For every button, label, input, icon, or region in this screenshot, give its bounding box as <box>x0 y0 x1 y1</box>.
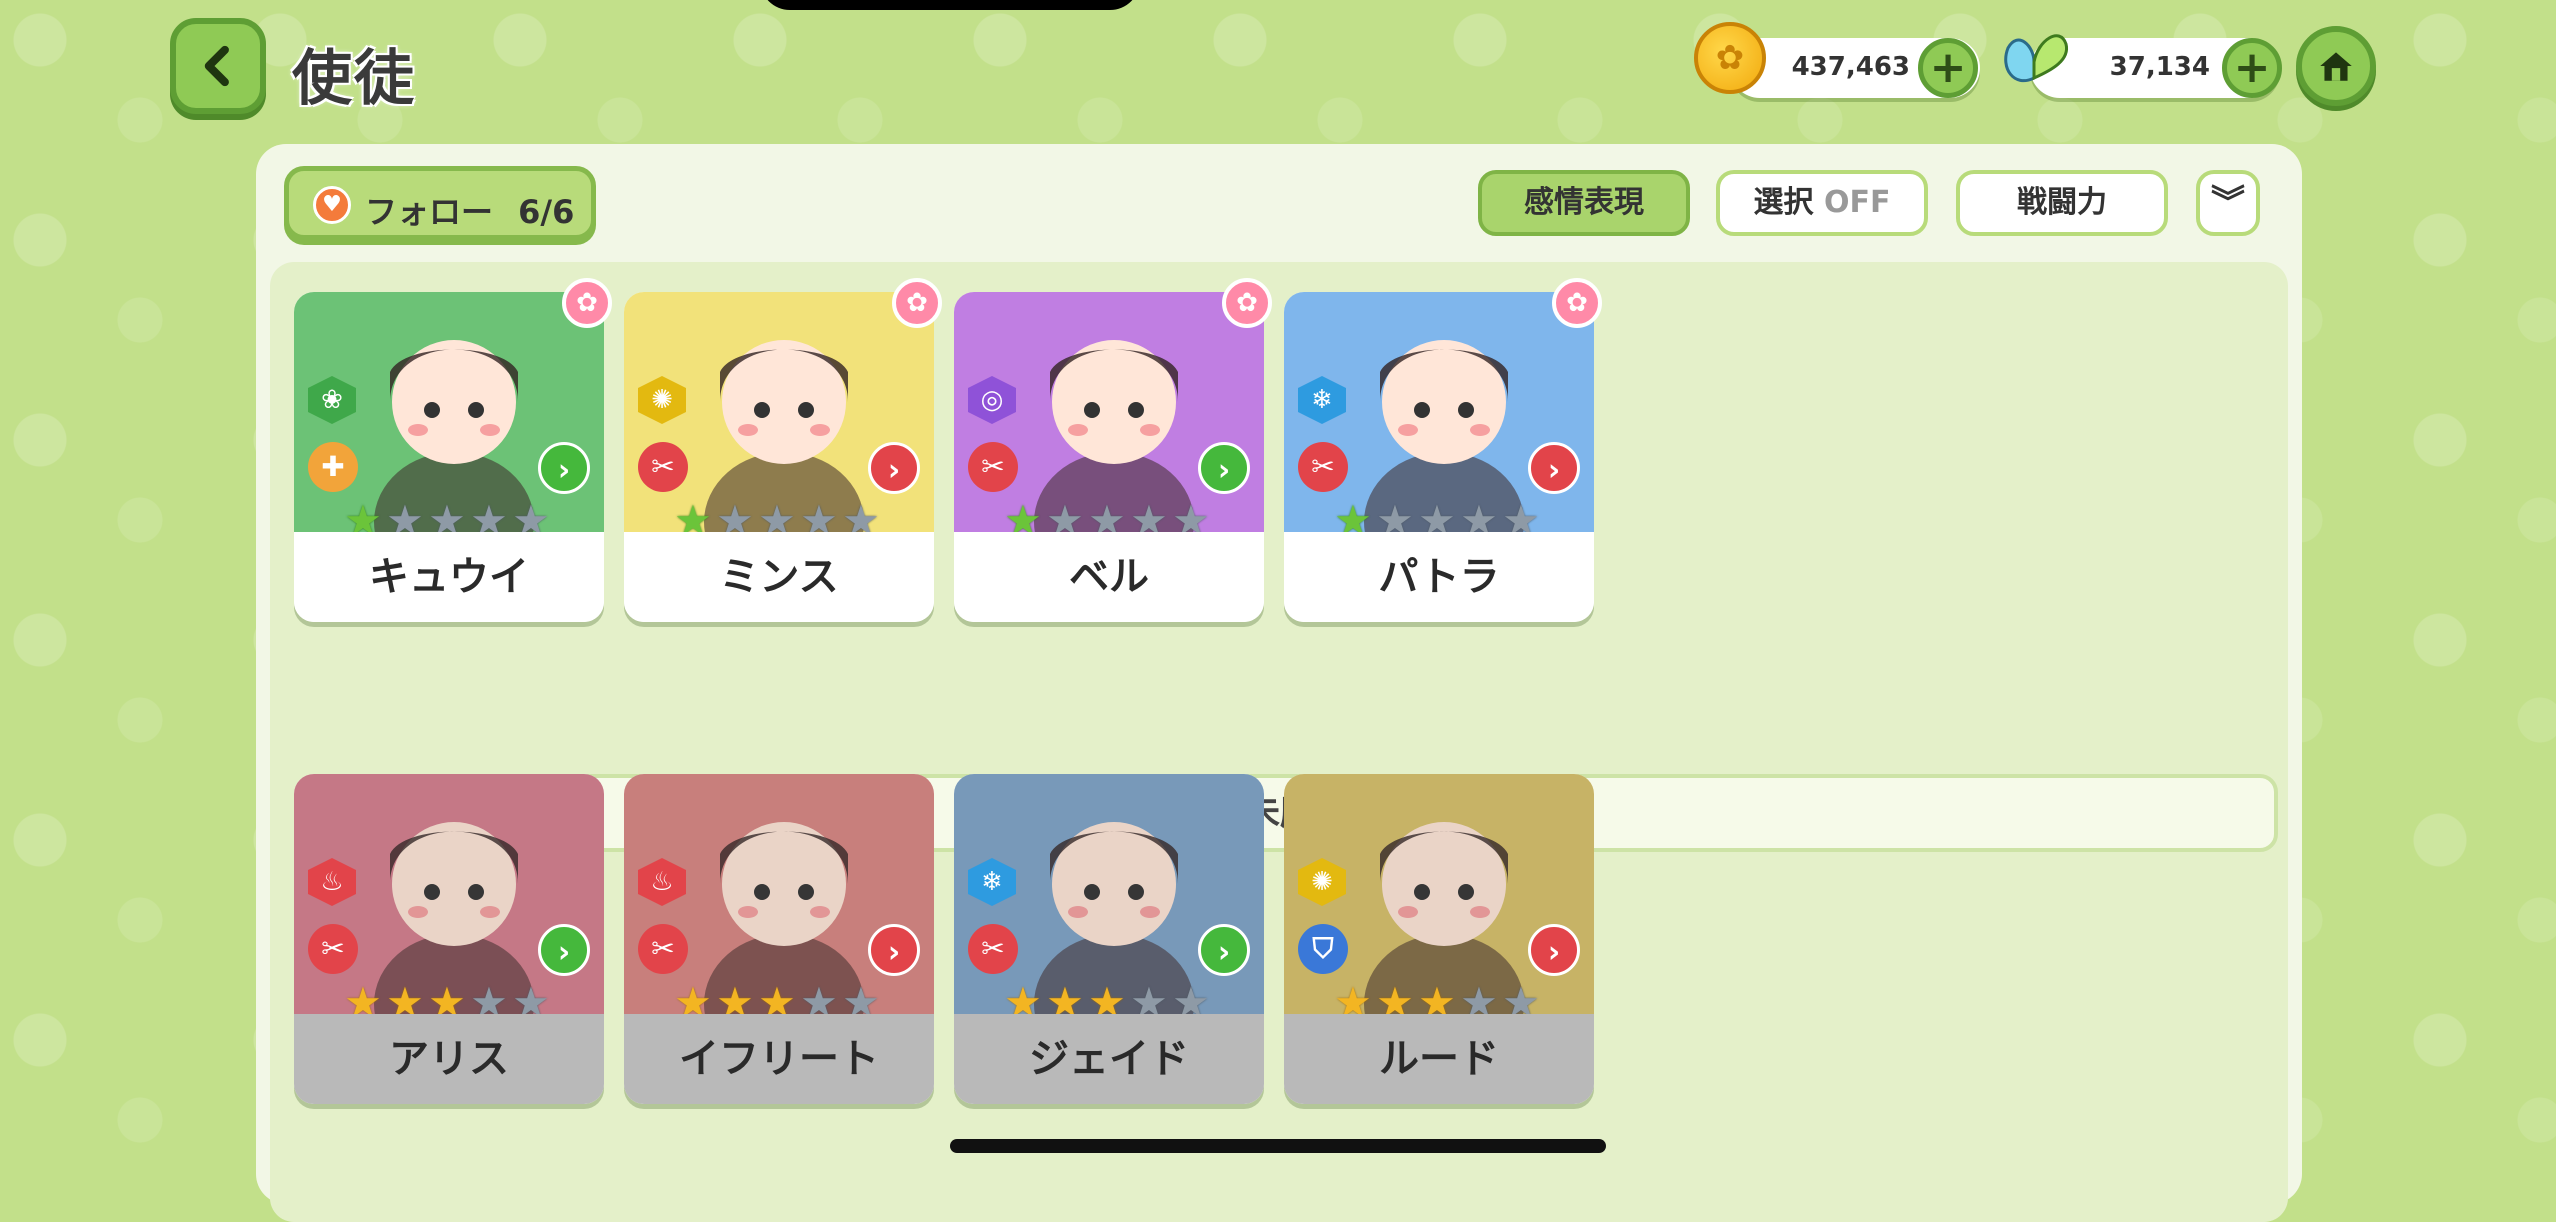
apostle-card[interactable]: ◎ ✂ › ★ ★ ★ ★ ★ ベル <box>954 292 1264 622</box>
sword-icon: ✂ <box>968 924 1018 974</box>
chevron-right-icon[interactable]: › <box>868 442 920 494</box>
heart-icon: ♥ <box>313 186 351 224</box>
sword-icon: ✂ <box>638 924 688 974</box>
apostle-name: ルード <box>1284 1014 1594 1104</box>
card-scroll-area[interactable]: ❀ ✚ › ★ ★ ★ ★ ★ キュウイ ✿ ✺ ✂ › ★ ★ ★ ★ ★ ミンス ✿ ◎ ✂ › ★ ★ ★ ★ ★ ベル ✿ ❄ ✂ › ★… <box>270 262 2288 1222</box>
apostle-card[interactable]: ♨ ✂ › ★ ★ ★ ★ ★ アリス <box>294 774 604 1104</box>
sword-icon: ✂ <box>308 924 358 974</box>
flower-badge-icon: ✿ <box>892 278 942 328</box>
apostle-name: キュウイ <box>294 532 604 622</box>
apostle-card[interactable]: ✺ ⛉ › ★ ★ ★ ★ ★ ルード <box>1284 774 1594 1104</box>
apostle-card[interactable]: ❄ ✂ › ★ ★ ★ ★ ★ ジェイド <box>954 774 1264 1104</box>
apostle-card[interactable]: ❀ ✚ › ★ ★ ★ ★ ★ キュウイ <box>294 292 604 622</box>
butterfly-gem-icon <box>2004 34 2069 83</box>
gem-amount: 37,134 <box>2109 52 2210 82</box>
back-button[interactable] <box>170 18 266 114</box>
home-button[interactable] <box>2296 26 2376 106</box>
apostle-card[interactable]: ❄ ✂ › ★ ★ ★ ★ ★ パトラ <box>1284 292 1594 622</box>
chevron-right-icon[interactable]: › <box>1528 442 1580 494</box>
chevron-right-icon[interactable]: › <box>1198 924 1250 976</box>
chevron-left-icon <box>204 45 229 87</box>
follow-counter[interactable]: ♥ フォロー 6/6 <box>284 166 596 240</box>
cross-icon: ✚ <box>308 442 358 492</box>
coin-amount: 437,463 <box>1791 52 1910 82</box>
apostle-name: ベル <box>954 532 1264 622</box>
select-toggle-button[interactable]: 選択 OFF <box>1716 170 1928 236</box>
sword-icon: ✂ <box>638 442 688 492</box>
sword-icon: ✂ <box>1298 442 1348 492</box>
double-chevron-down-icon: ︾ <box>2211 183 2245 223</box>
select-label: 選択 <box>1753 185 1814 220</box>
home-indicator <box>950 1139 1606 1153</box>
chevron-right-icon[interactable]: › <box>538 442 590 494</box>
page-title: 使徒 <box>292 44 416 114</box>
apostle-list-panel: ♥ フォロー 6/6 感情表現 選択 OFF 戦闘力 ︾ ❀ ✚ › ★ ★ ★ ★ ★ キュウ… <box>256 144 2302 1222</box>
follow-count: 6/6 <box>518 193 575 231</box>
home-icon <box>2320 52 2352 81</box>
apostle-name: ジェイド <box>954 1014 1264 1104</box>
chevron-right-icon[interactable]: › <box>868 924 920 976</box>
expand-filter-button[interactable]: ︾ <box>2196 170 2260 236</box>
chevron-right-icon[interactable]: › <box>538 924 590 976</box>
emote-button[interactable]: 感情表現 <box>1478 170 1690 236</box>
shield-icon: ⛉ <box>1298 924 1348 974</box>
apostle-name: ミンス <box>624 532 934 622</box>
chevron-right-icon[interactable]: › <box>1528 924 1580 976</box>
apostle-card[interactable]: ♨ ✂ › ★ ★ ★ ★ ★ イフリート <box>624 774 934 1104</box>
chevron-right-icon[interactable]: › <box>1198 442 1250 494</box>
power-label: 戦闘力 <box>2017 185 2107 220</box>
flower-badge-icon: ✿ <box>562 278 612 328</box>
flower-badge-icon: ✿ <box>1552 278 1602 328</box>
device-notch <box>760 0 1140 10</box>
flower-badge-icon: ✿ <box>1222 278 1272 328</box>
apostle-name: イフリート <box>624 1014 934 1104</box>
sword-icon: ✂ <box>968 442 1018 492</box>
coin-icon: ✿ <box>1694 22 1766 94</box>
apostle-name: パトラ <box>1284 532 1594 622</box>
emote-label: 感情表現 <box>1524 185 1644 220</box>
apostle-name: アリス <box>294 1014 604 1104</box>
add-coins-button[interactable]: + <box>1918 38 1978 98</box>
sort-power-button[interactable]: 戦闘力 <box>1956 170 2168 236</box>
select-state: OFF <box>1823 185 1891 220</box>
follow-label: フォロー <box>365 193 494 231</box>
apostle-card[interactable]: ✺ ✂ › ★ ★ ★ ★ ★ ミンス <box>624 292 934 622</box>
add-gems-button[interactable]: + <box>2222 38 2282 98</box>
